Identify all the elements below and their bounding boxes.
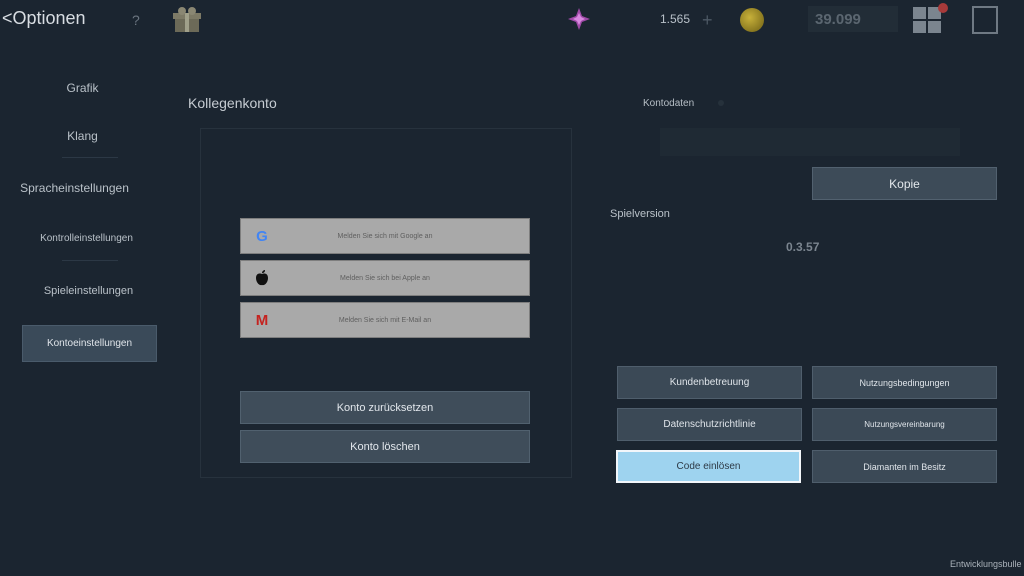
email-login-label: Melden Sie sich mit E-Mail an bbox=[338, 316, 432, 324]
reset-account-label: Konto zurücksetzen bbox=[336, 401, 434, 414]
sidebar-item-spiel[interactable]: Spieleinstellungen bbox=[6, 285, 171, 297]
coin-count: 39.099 bbox=[815, 11, 861, 28]
privacy-policy-label: Datenschutzrichtlinie bbox=[663, 419, 756, 430]
gem-count: 1.565 bbox=[660, 12, 691, 26]
build-label: Entwicklungsbulle bbox=[950, 559, 1022, 569]
support-button[interactable]: Kundenbetreuung bbox=[617, 366, 802, 399]
sidebar-item-kontrolle[interactable]: Kontrolleinstellungen bbox=[4, 233, 169, 244]
help-icon[interactable]: ? bbox=[132, 12, 140, 28]
sidebar-divider bbox=[62, 157, 118, 158]
terms-button[interactable]: Nutzungsbedingungen bbox=[812, 366, 997, 399]
sidebar-item-grafik[interactable]: Grafik bbox=[0, 81, 165, 95]
apple-login-button[interactable]: Melden Sie sich bei Apple an bbox=[240, 260, 530, 296]
support-label: Kundenbetreuung bbox=[669, 377, 750, 388]
delete-account-label: Konto löschen bbox=[350, 440, 420, 453]
reset-account-button[interactable]: Konto zurücksetzen bbox=[240, 391, 530, 424]
game-version-label: Spielversion bbox=[610, 208, 670, 220]
add-gems-button[interactable]: + bbox=[702, 10, 713, 31]
panel-title: Kollegenkonto bbox=[188, 95, 277, 111]
coin-icon bbox=[740, 8, 764, 32]
user-agreement-button[interactable]: Nutzungsvereinbarung bbox=[812, 408, 997, 441]
delete-account-button[interactable]: Konto löschen bbox=[240, 430, 530, 463]
redeem-code-button[interactable]: Code einlösen bbox=[616, 450, 801, 483]
owned-diamonds-label: Diamanten im Besitz bbox=[863, 461, 946, 472]
owned-diamonds-button[interactable]: Diamanten im Besitz bbox=[812, 450, 997, 483]
copy-label: Kopie bbox=[889, 176, 920, 191]
redeem-code-label: Code einlösen bbox=[676, 461, 741, 472]
gem-icon bbox=[568, 8, 590, 30]
exit-door-icon[interactable] bbox=[972, 6, 998, 34]
game-version-value: 0.3.57 bbox=[786, 240, 820, 254]
sidebar-item-klang[interactable]: Klang bbox=[0, 129, 165, 143]
inventory-grid-icon[interactable] bbox=[912, 6, 942, 34]
sidebar-item-label: Kontoeinstellungen bbox=[46, 338, 133, 349]
privacy-policy-button[interactable]: Datenschutzrichtlinie bbox=[617, 408, 802, 441]
apple-login-label: Melden Sie sich bei Apple an bbox=[340, 274, 430, 282]
info-dot-icon bbox=[718, 100, 724, 106]
account-data-label: Kontodaten bbox=[643, 98, 695, 109]
email-login-button[interactable]: M Melden Sie sich mit E-Mail an bbox=[240, 302, 530, 338]
sidebar-item-sprache[interactable]: Spracheinstellungen bbox=[0, 181, 157, 195]
sidebar-divider bbox=[62, 260, 118, 261]
account-id-field bbox=[660, 128, 960, 156]
user-agreement-label: Nutzungsvereinbarung bbox=[864, 420, 945, 429]
sidebar-item-konto[interactable]: Kontoeinstellungen bbox=[22, 325, 157, 362]
gift-icon[interactable] bbox=[172, 6, 202, 34]
google-login-label: Melden Sie sich mit Google an bbox=[337, 232, 433, 240]
google-login-button[interactable]: G Melden Sie sich mit Google an bbox=[240, 218, 530, 254]
terms-label: Nutzungsbedingungen bbox=[859, 377, 950, 388]
back-button[interactable]: <Optionen bbox=[2, 8, 86, 29]
copy-button[interactable]: Kopie bbox=[812, 167, 997, 200]
notification-badge bbox=[938, 3, 948, 13]
